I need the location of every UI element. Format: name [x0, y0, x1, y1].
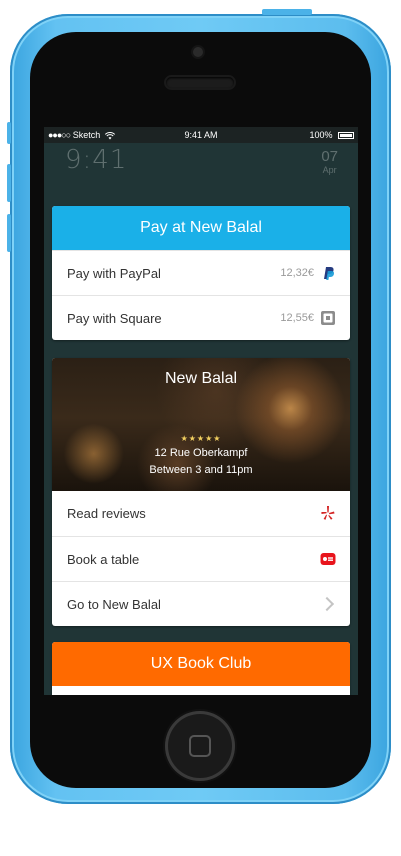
venue-photo: New Balal ★★★★★ 12 Rue Oberkampf Between… [52, 358, 350, 491]
pay-square-row[interactable]: Pay with Square 12,55€ [52, 295, 350, 340]
book-table-row[interactable]: Book a table [52, 536, 350, 581]
status-bar: ●●●○○ Sketch 9:41 AM 100% [44, 127, 358, 143]
go-to-venue-label: Go to New Balal [67, 597, 161, 612]
lock-clock: 9:41 [65, 145, 128, 175]
chevron-right-icon [319, 596, 335, 612]
bookclub-card-title: UX Book Club [52, 642, 350, 686]
earpiece-speaker [166, 77, 234, 88]
book-table-label: Book a table [67, 552, 140, 567]
booking-icon [320, 553, 336, 565]
pay-card-title: Pay at New Balal [52, 206, 350, 250]
venue-address: 12 Rue Oberkampf [154, 447, 248, 459]
volume-down-button [7, 214, 11, 252]
home-button[interactable] [165, 711, 235, 781]
home-square-icon [189, 735, 211, 757]
volume-up-button [7, 164, 11, 202]
power-button [262, 9, 312, 15]
venue-card: New Balal ★★★★★ 12 Rue Oberkampf Between… [52, 358, 350, 626]
pay-square-price: 12,55€ [280, 312, 314, 324]
paypal-icon [324, 267, 335, 280]
pay-paypal-row[interactable]: Pay with PayPal 12,32€ [52, 250, 350, 295]
bookclub-card[interactable]: UX Book Club [52, 642, 350, 695]
battery-icon [338, 132, 354, 140]
phone-screen: ●●●○○ Sketch 9:41 AM 100% 9:41 07 Apr Pa… [44, 127, 358, 695]
front-camera [193, 47, 203, 57]
lock-date-month: Apr [322, 165, 337, 175]
venue-hours: Between 3 and 11pm [149, 464, 253, 476]
battery-percent: 100% [309, 130, 333, 140]
yelp-icon [321, 506, 335, 520]
read-reviews-row[interactable]: Read reviews [52, 491, 350, 536]
pay-square-label: Pay with Square [67, 311, 162, 326]
lock-date: 07 Apr [321, 149, 338, 175]
lock-date-day: 07 [321, 148, 338, 165]
venue-name: New Balal [164, 370, 238, 387]
read-reviews-label: Read reviews [67, 506, 146, 521]
venue-rating: ★★★★★ [180, 434, 222, 443]
square-icon [321, 311, 335, 325]
pay-paypal-label: Pay with PayPal [67, 266, 161, 281]
go-to-venue-row[interactable]: Go to New Balal [52, 581, 350, 626]
pay-card: Pay at New Balal Pay with PayPal 12,32€ … [52, 206, 350, 340]
mute-switch [7, 122, 11, 144]
pay-paypal-price: 12,32€ [280, 267, 314, 279]
